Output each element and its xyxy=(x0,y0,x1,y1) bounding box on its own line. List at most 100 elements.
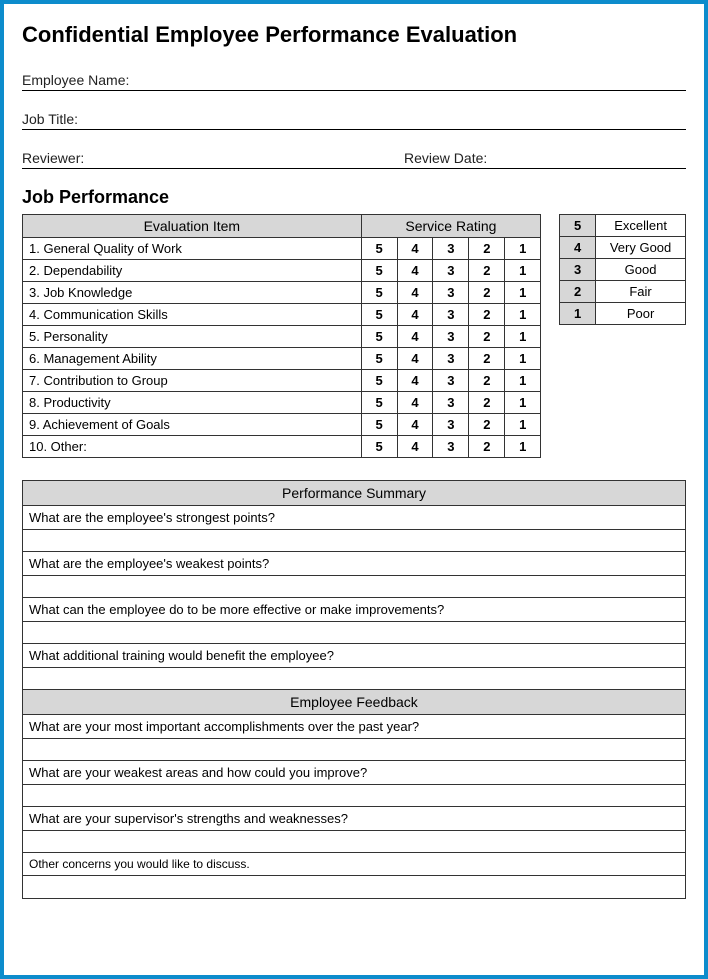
ef-question: What are your weakest areas and how coul… xyxy=(23,761,685,785)
eval-item-label: 7. Contribution to Group xyxy=(23,370,362,392)
rating-cell-3[interactable]: 3 xyxy=(433,436,469,458)
rating-cell-4[interactable]: 4 xyxy=(397,370,433,392)
rating-cell-3[interactable]: 3 xyxy=(433,282,469,304)
eval-row: 5. Personality54321 xyxy=(23,326,541,348)
rating-cell-5[interactable]: 5 xyxy=(361,370,397,392)
page-title: Confidential Employee Performance Evalua… xyxy=(22,22,686,48)
legend-num: 2 xyxy=(560,281,596,303)
rating-cell-3[interactable]: 3 xyxy=(433,414,469,436)
rating-cell-5[interactable]: 5 xyxy=(361,304,397,326)
eval-row: 6. Management Ability54321 xyxy=(23,348,541,370)
eval-row: 1. General Quality of Work54321 xyxy=(23,238,541,260)
ps-answer[interactable] xyxy=(23,668,685,690)
eval-item-label: 6. Management Ability xyxy=(23,348,362,370)
rating-cell-5[interactable]: 5 xyxy=(361,326,397,348)
rating-cell-2[interactable]: 2 xyxy=(469,436,505,458)
rating-cell-2[interactable]: 2 xyxy=(469,260,505,282)
rating-cell-1[interactable]: 1 xyxy=(505,282,541,304)
ef-answer[interactable] xyxy=(23,785,685,807)
rating-cell-2[interactable]: 2 xyxy=(469,348,505,370)
rating-cell-1[interactable]: 1 xyxy=(505,260,541,282)
rating-cell-3[interactable]: 3 xyxy=(433,260,469,282)
rating-cell-3[interactable]: 3 xyxy=(433,370,469,392)
rating-cell-1[interactable]: 1 xyxy=(505,348,541,370)
rating-cell-4[interactable]: 4 xyxy=(397,238,433,260)
rating-cell-5[interactable]: 5 xyxy=(361,436,397,458)
col-evaluation-item: Evaluation Item xyxy=(23,215,362,238)
rating-cell-2[interactable]: 2 xyxy=(469,282,505,304)
ps-answer[interactable] xyxy=(23,576,685,598)
rating-cell-4[interactable]: 4 xyxy=(397,348,433,370)
review-date-label: Review Date: xyxy=(304,150,686,166)
rating-cell-4[interactable]: 4 xyxy=(397,414,433,436)
rating-legend: 5Excellent4Very Good3Good2Fair1Poor xyxy=(559,214,686,325)
reviewer-label: Reviewer: xyxy=(22,150,304,166)
rating-cell-4[interactable]: 4 xyxy=(397,326,433,348)
eval-item-label: 10. Other: xyxy=(23,436,362,458)
evaluation-table: Evaluation Item Service Rating 1. Genera… xyxy=(22,214,541,458)
job-title-label: Job Title: xyxy=(22,111,78,127)
rating-cell-5[interactable]: 5 xyxy=(361,238,397,260)
legend-row: 1Poor xyxy=(560,303,686,325)
rating-cell-4[interactable]: 4 xyxy=(397,392,433,414)
rating-cell-4[interactable]: 4 xyxy=(397,282,433,304)
eval-row: 10. Other:54321 xyxy=(23,436,541,458)
rating-cell-3[interactable]: 3 xyxy=(433,348,469,370)
ps-answer[interactable] xyxy=(23,622,685,644)
rating-cell-1[interactable]: 1 xyxy=(505,370,541,392)
field-employee-name[interactable]: Employee Name: xyxy=(22,70,686,91)
rating-cell-4[interactable]: 4 xyxy=(397,260,433,282)
eval-item-label: 9. Achievement of Goals xyxy=(23,414,362,436)
rating-cell-4[interactable]: 4 xyxy=(397,304,433,326)
rating-cell-1[interactable]: 1 xyxy=(505,238,541,260)
rating-cell-3[interactable]: 3 xyxy=(433,392,469,414)
ps-question: What additional training would benefit t… xyxy=(23,644,685,668)
col-service-rating: Service Rating xyxy=(361,215,541,238)
ps-answer[interactable] xyxy=(23,530,685,552)
rating-cell-5[interactable]: 5 xyxy=(361,414,397,436)
legend-num: 5 xyxy=(560,215,596,237)
rating-cell-5[interactable]: 5 xyxy=(361,260,397,282)
ps-question: What are the employee's strongest points… xyxy=(23,506,685,530)
ef-answer[interactable] xyxy=(23,739,685,761)
rating-cell-3[interactable]: 3 xyxy=(433,326,469,348)
ps-question: What can the employee do to be more effe… xyxy=(23,598,685,622)
legend-row: 2Fair xyxy=(560,281,686,303)
rating-cell-5[interactable]: 5 xyxy=(361,392,397,414)
rating-cell-3[interactable]: 3 xyxy=(433,304,469,326)
rating-cell-2[interactable]: 2 xyxy=(469,304,505,326)
employee-feedback-title: Employee Feedback xyxy=(23,690,685,715)
rating-cell-1[interactable]: 1 xyxy=(505,304,541,326)
rating-cell-1[interactable]: 1 xyxy=(505,392,541,414)
rating-cell-3[interactable]: 3 xyxy=(433,238,469,260)
rating-cell-2[interactable]: 2 xyxy=(469,238,505,260)
rating-cell-2[interactable]: 2 xyxy=(469,392,505,414)
eval-item-label: 5. Personality xyxy=(23,326,362,348)
other-concerns: Other concerns you would like to discuss… xyxy=(23,853,685,876)
legend-desc: Good xyxy=(596,259,686,281)
rating-cell-1[interactable]: 1 xyxy=(505,436,541,458)
rating-cell-5[interactable]: 5 xyxy=(361,282,397,304)
legend-num: 3 xyxy=(560,259,596,281)
rating-cell-2[interactable]: 2 xyxy=(469,326,505,348)
eval-row: 2. Dependability54321 xyxy=(23,260,541,282)
other-concerns-answer[interactable] xyxy=(23,876,685,898)
field-job-title[interactable]: Job Title: xyxy=(22,109,686,130)
legend-row: 4Very Good xyxy=(560,237,686,259)
eval-item-label: 2. Dependability xyxy=(23,260,362,282)
rating-cell-2[interactable]: 2 xyxy=(469,414,505,436)
rating-cell-1[interactable]: 1 xyxy=(505,326,541,348)
legend-row: 3Good xyxy=(560,259,686,281)
eval-row: 8. Productivity54321 xyxy=(23,392,541,414)
rating-cell-4[interactable]: 4 xyxy=(397,436,433,458)
rating-cell-2[interactable]: 2 xyxy=(469,370,505,392)
ef-answer[interactable] xyxy=(23,831,685,853)
performance-summary-title: Performance Summary xyxy=(23,481,685,506)
document-frame: Confidential Employee Performance Evalua… xyxy=(0,0,708,979)
rating-cell-1[interactable]: 1 xyxy=(505,414,541,436)
legend-num: 1 xyxy=(560,303,596,325)
ef-question: What are your most important accomplishm… xyxy=(23,715,685,739)
field-reviewer-row[interactable]: Reviewer: Review Date: xyxy=(22,148,686,169)
eval-row: 9. Achievement of Goals54321 xyxy=(23,414,541,436)
rating-cell-5[interactable]: 5 xyxy=(361,348,397,370)
